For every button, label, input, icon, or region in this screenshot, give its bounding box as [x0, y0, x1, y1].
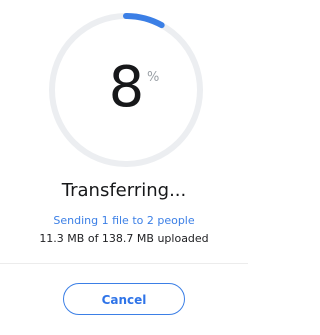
progress-ring: 8 % [46, 10, 206, 170]
transfer-recipients-text: Sending 1 file to 2 people [53, 214, 195, 227]
percent-readout: 8 % [46, 10, 206, 170]
divider [0, 263, 248, 264]
cancel-button[interactable]: Cancel [63, 283, 185, 315]
transfer-status-title: Transferring... [61, 180, 187, 201]
percent-value: 8 [108, 55, 145, 120]
upload-size-text: 11.3 MB of 138.7 MB uploaded [39, 232, 209, 245]
percent-sign: % [147, 70, 160, 85]
